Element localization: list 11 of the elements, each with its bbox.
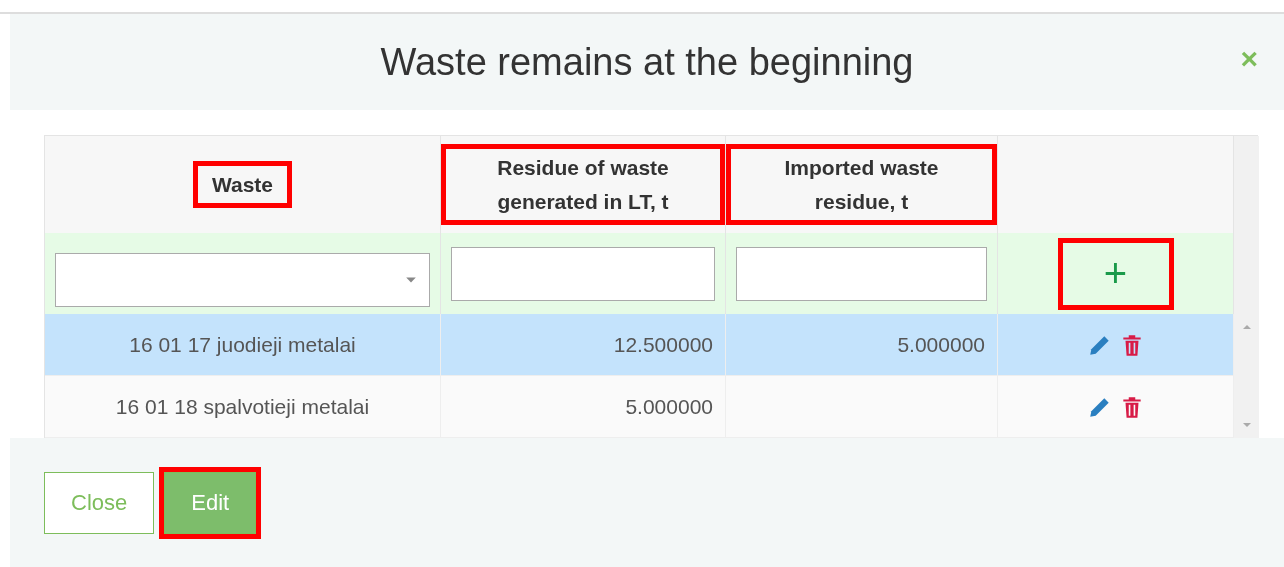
table-cell: 5.000000 xyxy=(441,376,726,438)
table-cell: 5.000000 xyxy=(726,314,998,376)
table-cell: 16 01 18 spalvotieji metalai xyxy=(45,376,441,438)
dialog-title: Waste remains at the beginning xyxy=(380,40,914,84)
column-label: Residue of waste generated in LT, t xyxy=(441,143,725,226)
table-cell: 12.500000 xyxy=(441,314,726,376)
close-button[interactable]: Close xyxy=(44,471,155,534)
add-button[interactable]: + xyxy=(1057,237,1174,310)
column-label: Waste xyxy=(192,160,293,209)
table-cell: 16 01 17 juodieji metalai xyxy=(45,314,441,376)
column-label: Imported waste residue, t xyxy=(726,143,997,226)
